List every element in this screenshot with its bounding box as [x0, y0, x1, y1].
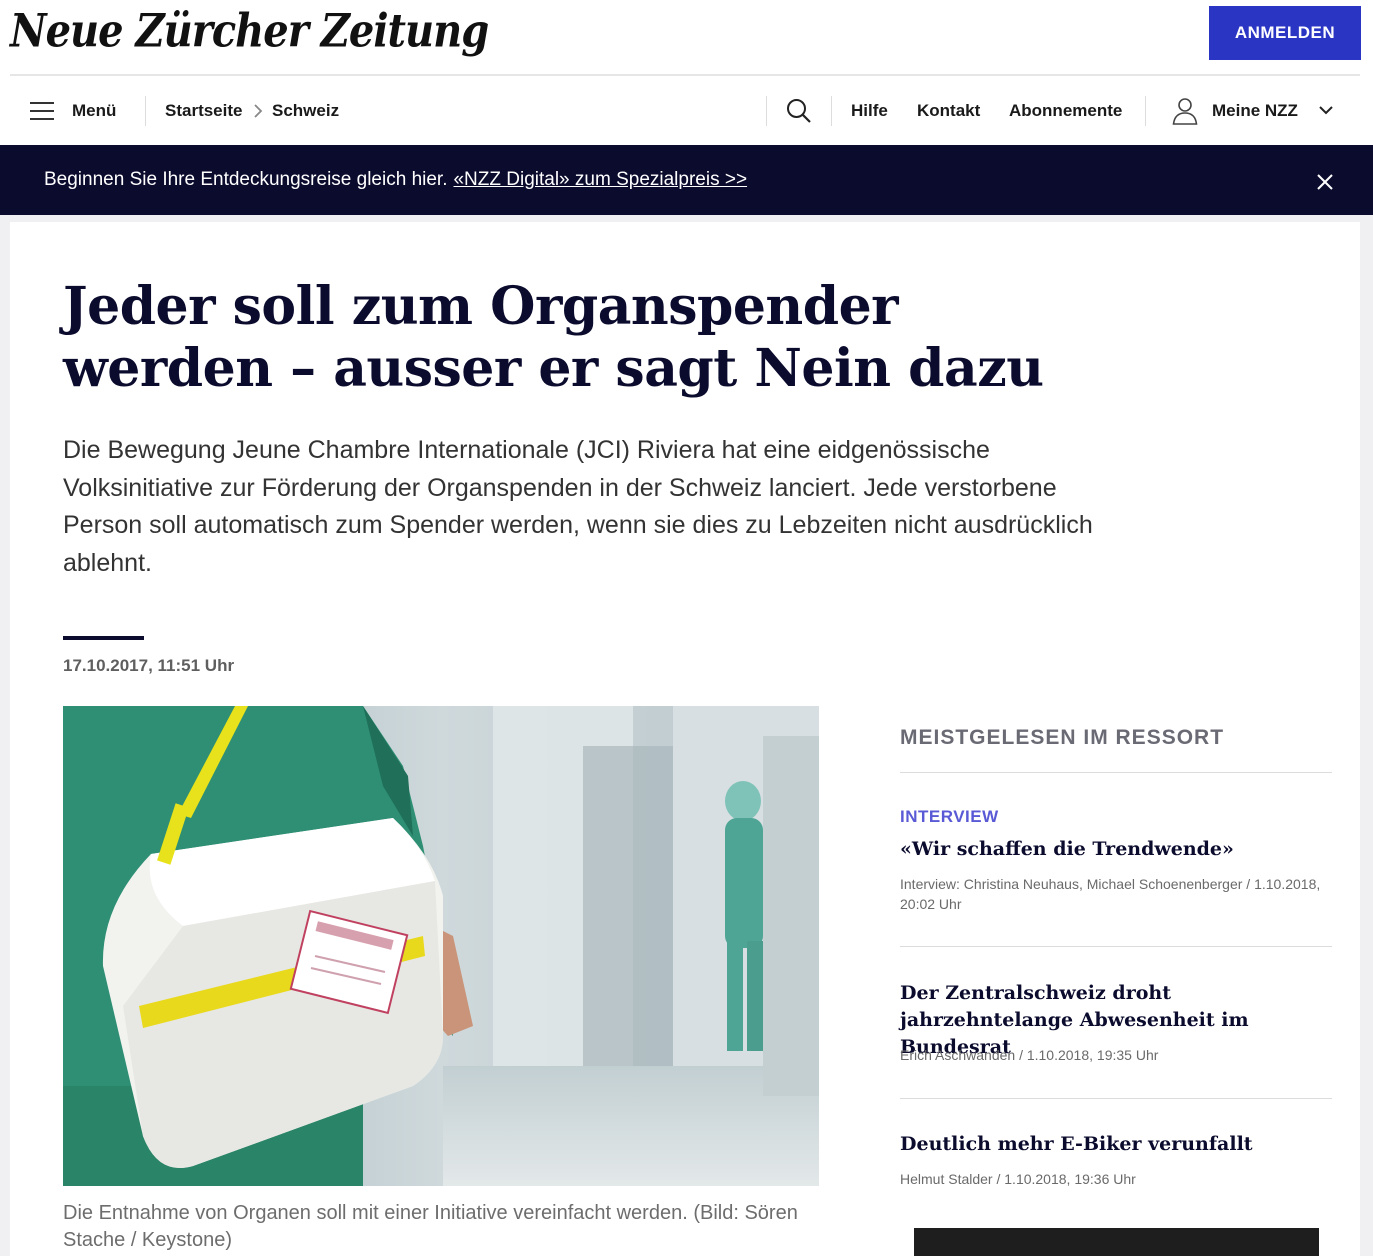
- close-icon[interactable]: [1314, 171, 1336, 193]
- promo-banner: Beginnen Sie Ihre Entdeckungsreise gleic…: [0, 145, 1373, 215]
- sidebar-media-teaser[interactable]: [914, 1228, 1319, 1256]
- most-read-headline-1[interactable]: «Wir schaffen die Trendwende»: [900, 836, 1332, 863]
- account-menu[interactable]: Meine NZZ: [1212, 76, 1298, 145]
- lead-divider: [63, 636, 144, 640]
- sidebar-divider: [900, 772, 1332, 773]
- most-read-meta-3: Helmut Stalder / 1.10.2018, 19:36 Uhr: [900, 1171, 1136, 1187]
- chevron-right-icon: [253, 76, 263, 145]
- article-image: [63, 706, 819, 1186]
- image-caption: Die Entnahme von Organen soll mit einer …: [63, 1202, 798, 1251]
- article-lead: Die Bewegung Jeune Chambre International…: [63, 436, 1093, 577]
- breadcrumb-home[interactable]: Startseite: [165, 76, 242, 145]
- most-read-headline-3[interactable]: Deutlich mehr E-Biker verunfallt: [900, 1131, 1332, 1158]
- sidebar-divider: [900, 946, 1332, 947]
- nav-divider: [145, 96, 146, 126]
- promo-message: Beginnen Sie Ihre Entdeckungsreise gleic…: [44, 169, 448, 190]
- organ-transport-photo: [63, 706, 819, 1186]
- nav-link-kontakt[interactable]: Kontakt: [917, 76, 980, 145]
- nav-divider: [831, 96, 832, 126]
- nav-link-abonnemente[interactable]: Abonnemente: [1009, 76, 1122, 145]
- sidebar-title: MEISTGELESEN IM RESSORT: [900, 726, 1225, 749]
- breadcrumb-schweiz[interactable]: Schweiz: [272, 76, 339, 145]
- site-logo[interactable]: Neue Zürcher Zeitung: [10, 4, 489, 58]
- promo-text: Beginnen Sie Ihre Entdeckungsreise gleic…: [44, 145, 747, 215]
- user-icon[interactable]: [1172, 97, 1198, 125]
- nav-divider: [766, 96, 767, 126]
- article-headline: Jeder soll zum Organspender werden – aus…: [63, 276, 1044, 399]
- promo-link[interactable]: «NZZ Digital» zum Spezialpreis >>: [453, 169, 747, 191]
- login-button[interactable]: ANMELDEN: [1209, 6, 1361, 60]
- sidebar-divider: [900, 1098, 1332, 1099]
- search-icon[interactable]: [786, 98, 812, 124]
- menu-button[interactable]: Menü: [72, 76, 116, 145]
- main-nav: Menü Startseite Schweiz Hilfe Kontakt Ab…: [0, 76, 1373, 145]
- nav-divider: [1145, 96, 1146, 126]
- chevron-down-icon[interactable]: [1318, 104, 1334, 116]
- most-read-meta-2: Erich Aschwanden / 1.10.2018, 19:35 Uhr: [900, 1047, 1159, 1063]
- most-read-meta-1: Interview: Christina Neuhaus, Michael Sc…: [900, 876, 1321, 912]
- site-header: Neue Zürcher Zeitung ANMELDEN: [0, 0, 1373, 76]
- article-kicker: INTERVIEW: [900, 807, 999, 826]
- menu-icon[interactable]: [30, 102, 54, 120]
- article-date: 17.10.2017, 11:51 Uhr: [63, 656, 235, 675]
- nav-link-hilfe[interactable]: Hilfe: [851, 76, 888, 145]
